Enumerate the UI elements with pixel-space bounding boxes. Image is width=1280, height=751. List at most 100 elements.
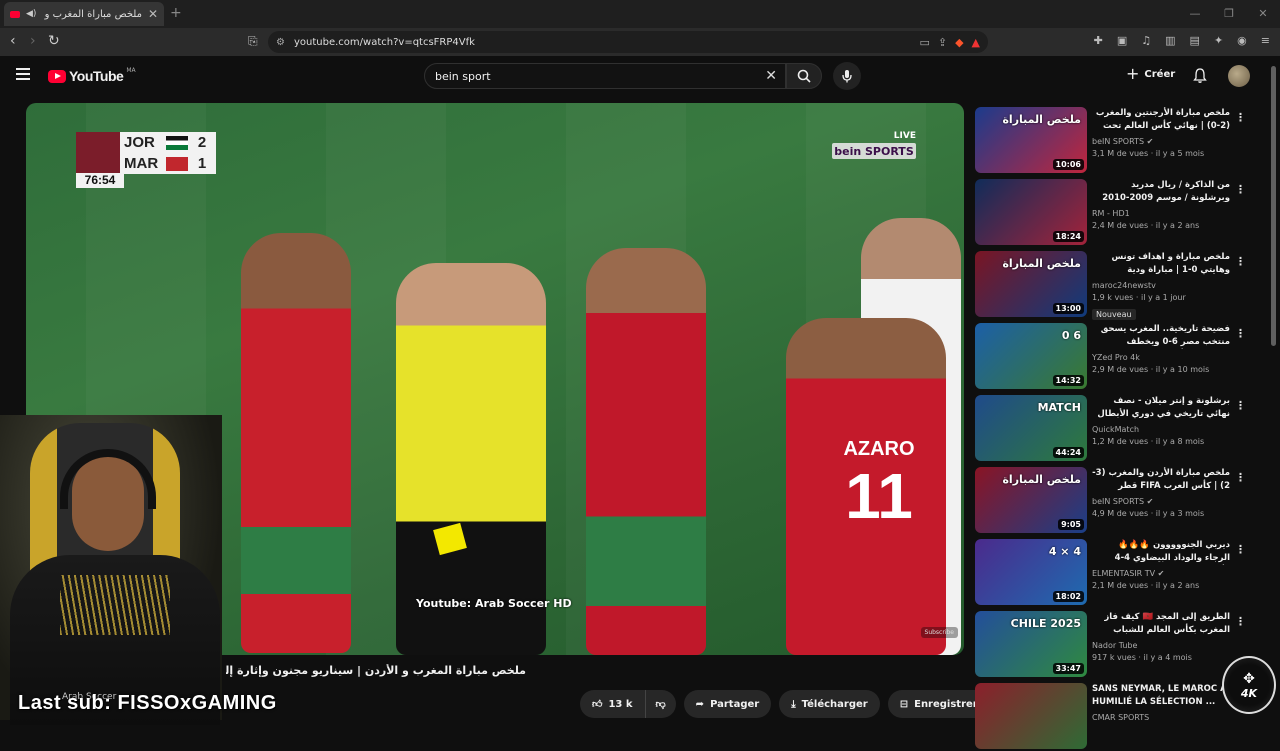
brave-shield-icon[interactable]: ◆ — [955, 36, 963, 49]
scrollbar[interactable] — [1271, 66, 1276, 346]
hamburger-menu-icon[interactable] — [16, 68, 30, 80]
browser-tab[interactable]: ◀) ملخص مباراة المغرب و الأردن | ✕ — [4, 2, 164, 26]
speaker-icon[interactable]: ◀) — [26, 9, 36, 19]
video-thumbnail[interactable]: ملخص المباراة 9:05 — [975, 467, 1087, 533]
related-video-card[interactable]: 4 × 4 18:02 ديربي الجنووووون 🔥🔥🔥 الرجاء وا… — [975, 539, 1265, 607]
related-channel-row[interactable]: ELMENTASIR TV ✔ — [1092, 569, 1230, 578]
youtube-favicon-icon — [10, 10, 20, 18]
subscribe-watermark[interactable]: Subscribe — [920, 627, 958, 638]
extensions-icon[interactable]: ✚ — [1094, 34, 1103, 47]
related-channel-row[interactable]: beIN SPORTS ✔ — [1092, 497, 1230, 506]
related-video-card[interactable]: ملخص المباراة 9:05 ملخص مباراة الأردن والم… — [975, 467, 1265, 535]
related-channel-row[interactable]: QuickMatch — [1092, 425, 1230, 434]
share-label: Partager — [710, 698, 760, 710]
video-thumbnail[interactable]: 4 × 4 18:02 — [975, 539, 1087, 605]
related-video-title[interactable]: الطريق إلى المجد 🇲🇦 كيف فاز المغرب بكأس … — [1092, 611, 1230, 637]
bookmark-icon[interactable]: ⎘ — [248, 34, 258, 49]
share-page-icon[interactable]: ⇪ — [938, 36, 947, 49]
related-channel-name: RM - HD1 — [1092, 209, 1130, 218]
reload-icon[interactable]: ↻ — [48, 33, 60, 49]
notifications-button[interactable] — [1193, 68, 1207, 88]
video-meta: SANS NEYMAR, LE MAROC A HUMILIÉ LA SÉLEC… — [1092, 683, 1230, 722]
clear-search-icon[interactable]: ✕ — [765, 68, 777, 84]
related-video-card[interactable]: MATCH 44:24 برشلونة و إنتر ميلان - نصف نها… — [975, 395, 1265, 463]
views-and-date: 2,4 M de vues · il y a 2 ans — [1092, 221, 1200, 230]
video-title: ملخص مباراة المغرب و الأردن | سيناريو مج… — [226, 664, 526, 677]
player-figure — [586, 248, 706, 655]
address-bar[interactable]: ⚙ youtube.com/watch?v=qtcsFRP4Vfk ▭ ⇪ ◆ … — [268, 31, 988, 53]
vpn-icon[interactable]: ◉ — [1237, 34, 1247, 47]
video-duration: 44:24 — [1052, 447, 1084, 458]
related-channel-row[interactable]: Nador Tube — [1092, 641, 1230, 650]
bell-icon — [1193, 68, 1207, 83]
thumbnail-caption: CHILE 2025 — [1010, 617, 1081, 630]
related-video-title[interactable]: ملخص مباراة الأردن والمغرب (3-2) | كأس ا… — [1092, 467, 1230, 493]
related-video-card[interactable]: ملخص المباراة 13:00 ملخص مباراة و اهداف تو… — [975, 251, 1265, 320]
video-thumbnail[interactable]: 18:24 — [975, 179, 1087, 245]
brave-rewards-icon[interactable]: ▲ — [972, 36, 980, 49]
dislike-button[interactable]: 👎︎ — [645, 690, 676, 718]
video-menu-icon[interactable]: ⋮ — [1235, 255, 1246, 268]
logo-wordmark: YouTube — [69, 68, 124, 84]
leo-ai-icon[interactable]: ✦ — [1214, 34, 1223, 47]
video-menu-icon[interactable]: ⋮ — [1235, 111, 1246, 124]
video-menu-icon[interactable]: ⋮ — [1235, 183, 1246, 196]
related-video-card[interactable]: CHILE 2025 33:47 الطريق إلى المجد 🇲🇦 كيف ف… — [975, 611, 1265, 679]
related-channel-row[interactable]: RM - HD1 — [1092, 209, 1230, 218]
related-video-card[interactable]: 0 6 14:32 فضيحة تاريخية.. المغرب يسحق منتخ… — [975, 323, 1265, 391]
share-button[interactable]: ➦ Partager — [683, 690, 772, 718]
back-icon[interactable]: ‹ — [10, 33, 16, 49]
cast-icon[interactable]: ▭ — [919, 36, 929, 49]
create-button[interactable]: + Créer — [1126, 66, 1175, 82]
download-button[interactable]: ⤓ Télécharger — [779, 690, 880, 718]
video-thumbnail[interactable]: MATCH 44:24 — [975, 395, 1087, 461]
video-thumbnail[interactable]: CHILE 2025 33:47 — [975, 611, 1087, 677]
youtube-logo[interactable]: YouTube MA — [48, 67, 136, 84]
account-avatar[interactable] — [1228, 65, 1250, 87]
window-close-icon[interactable]: ✕ — [1246, 0, 1280, 28]
related-channel-row[interactable]: YZed Pro 4k — [1092, 353, 1230, 362]
related-channel-row[interactable]: CMAR SPORTS — [1092, 713, 1230, 722]
video-duration: 18:24 — [1052, 231, 1084, 242]
team2-score: 1 — [197, 155, 207, 172]
related-video-title[interactable]: SANS NEYMAR, LE MAROC A HUMILIÉ LA SÉLEC… — [1092, 683, 1230, 709]
video-thumbnail[interactable] — [975, 683, 1087, 749]
search-input[interactable]: bein sport ✕ — [424, 63, 786, 89]
close-tab-icon[interactable]: ✕ — [148, 7, 158, 21]
voice-search-button[interactable] — [833, 62, 861, 90]
views-and-date: 917 k vues · il y a 4 mois — [1092, 653, 1192, 662]
related-video-card[interactable]: 18:24 من الذاكرة / ريال مدريد وبرشلونة / … — [975, 179, 1265, 247]
wallet-icon[interactable]: ▤ — [1190, 34, 1200, 47]
related-video-title[interactable]: من الذاكرة / ريال مدريد وبرشلونة / موسم … — [1092, 179, 1230, 205]
video-menu-icon[interactable]: ⋮ — [1235, 543, 1246, 556]
maximize-icon[interactable]: ❐ — [1212, 0, 1246, 28]
new-tab-icon[interactable]: + — [170, 5, 182, 21]
verified-check-icon: ✔ — [1144, 137, 1154, 146]
music-icon[interactable]: ♫ — [1141, 34, 1151, 47]
related-video-title[interactable]: برشلونة و إنتر ميلان - نصف نهائي تاريخي … — [1092, 395, 1230, 421]
thumbnail-caption: MATCH — [1037, 401, 1081, 414]
video-menu-icon[interactable]: ⋮ — [1235, 471, 1246, 484]
search-button[interactable] — [786, 63, 822, 89]
related-video-title[interactable]: ملخص مباراة و اهداف تونس وهايتي 0-1 | مب… — [1092, 251, 1230, 277]
video-thumbnail[interactable]: ملخص المباراة 13:00 — [975, 251, 1087, 317]
minimize-icon[interactable]: — — [1178, 0, 1212, 28]
video-menu-icon[interactable]: ⋮ — [1235, 615, 1246, 628]
video-thumbnail[interactable]: 0 6 14:32 — [975, 323, 1087, 389]
related-video-card[interactable]: SANS NEYMAR, LE MAROC A HUMILIÉ LA SÉLEC… — [975, 683, 1265, 751]
site-info-icon[interactable]: ⚙ — [276, 37, 285, 48]
related-video-title[interactable]: ملخص مباراة الأرجنتين والمغرب (2-0) | نه… — [1092, 107, 1230, 133]
forward-icon[interactable]: › — [30, 33, 36, 49]
video-thumbnail[interactable]: ملخص المباراة 10:06 — [975, 107, 1087, 173]
screenshot-icon[interactable]: ▣ — [1117, 34, 1127, 47]
related-video-card[interactable]: ملخص المباراة 10:06 ملخص مباراة الأرجنتين … — [975, 107, 1265, 175]
related-video-title[interactable]: فضيحة تاريخية.. المغرب يسحق منتخب مصر 6-… — [1092, 323, 1230, 349]
sidebar-icon[interactable]: ▥ — [1165, 34, 1175, 47]
like-button[interactable]: 👍︎ 13 k — [580, 690, 646, 718]
related-video-title[interactable]: ديربي الجنووووون 🔥🔥🔥 الرجاء والوداد البي… — [1092, 539, 1230, 565]
menu-icon[interactable]: ≡ — [1261, 34, 1270, 47]
related-channel-row[interactable]: beIN SPORTS ✔ — [1092, 137, 1230, 146]
video-menu-icon[interactable]: ⋮ — [1235, 399, 1246, 412]
related-channel-row[interactable]: maroc24newstv — [1092, 281, 1230, 290]
video-menu-icon[interactable]: ⋮ — [1235, 327, 1246, 340]
